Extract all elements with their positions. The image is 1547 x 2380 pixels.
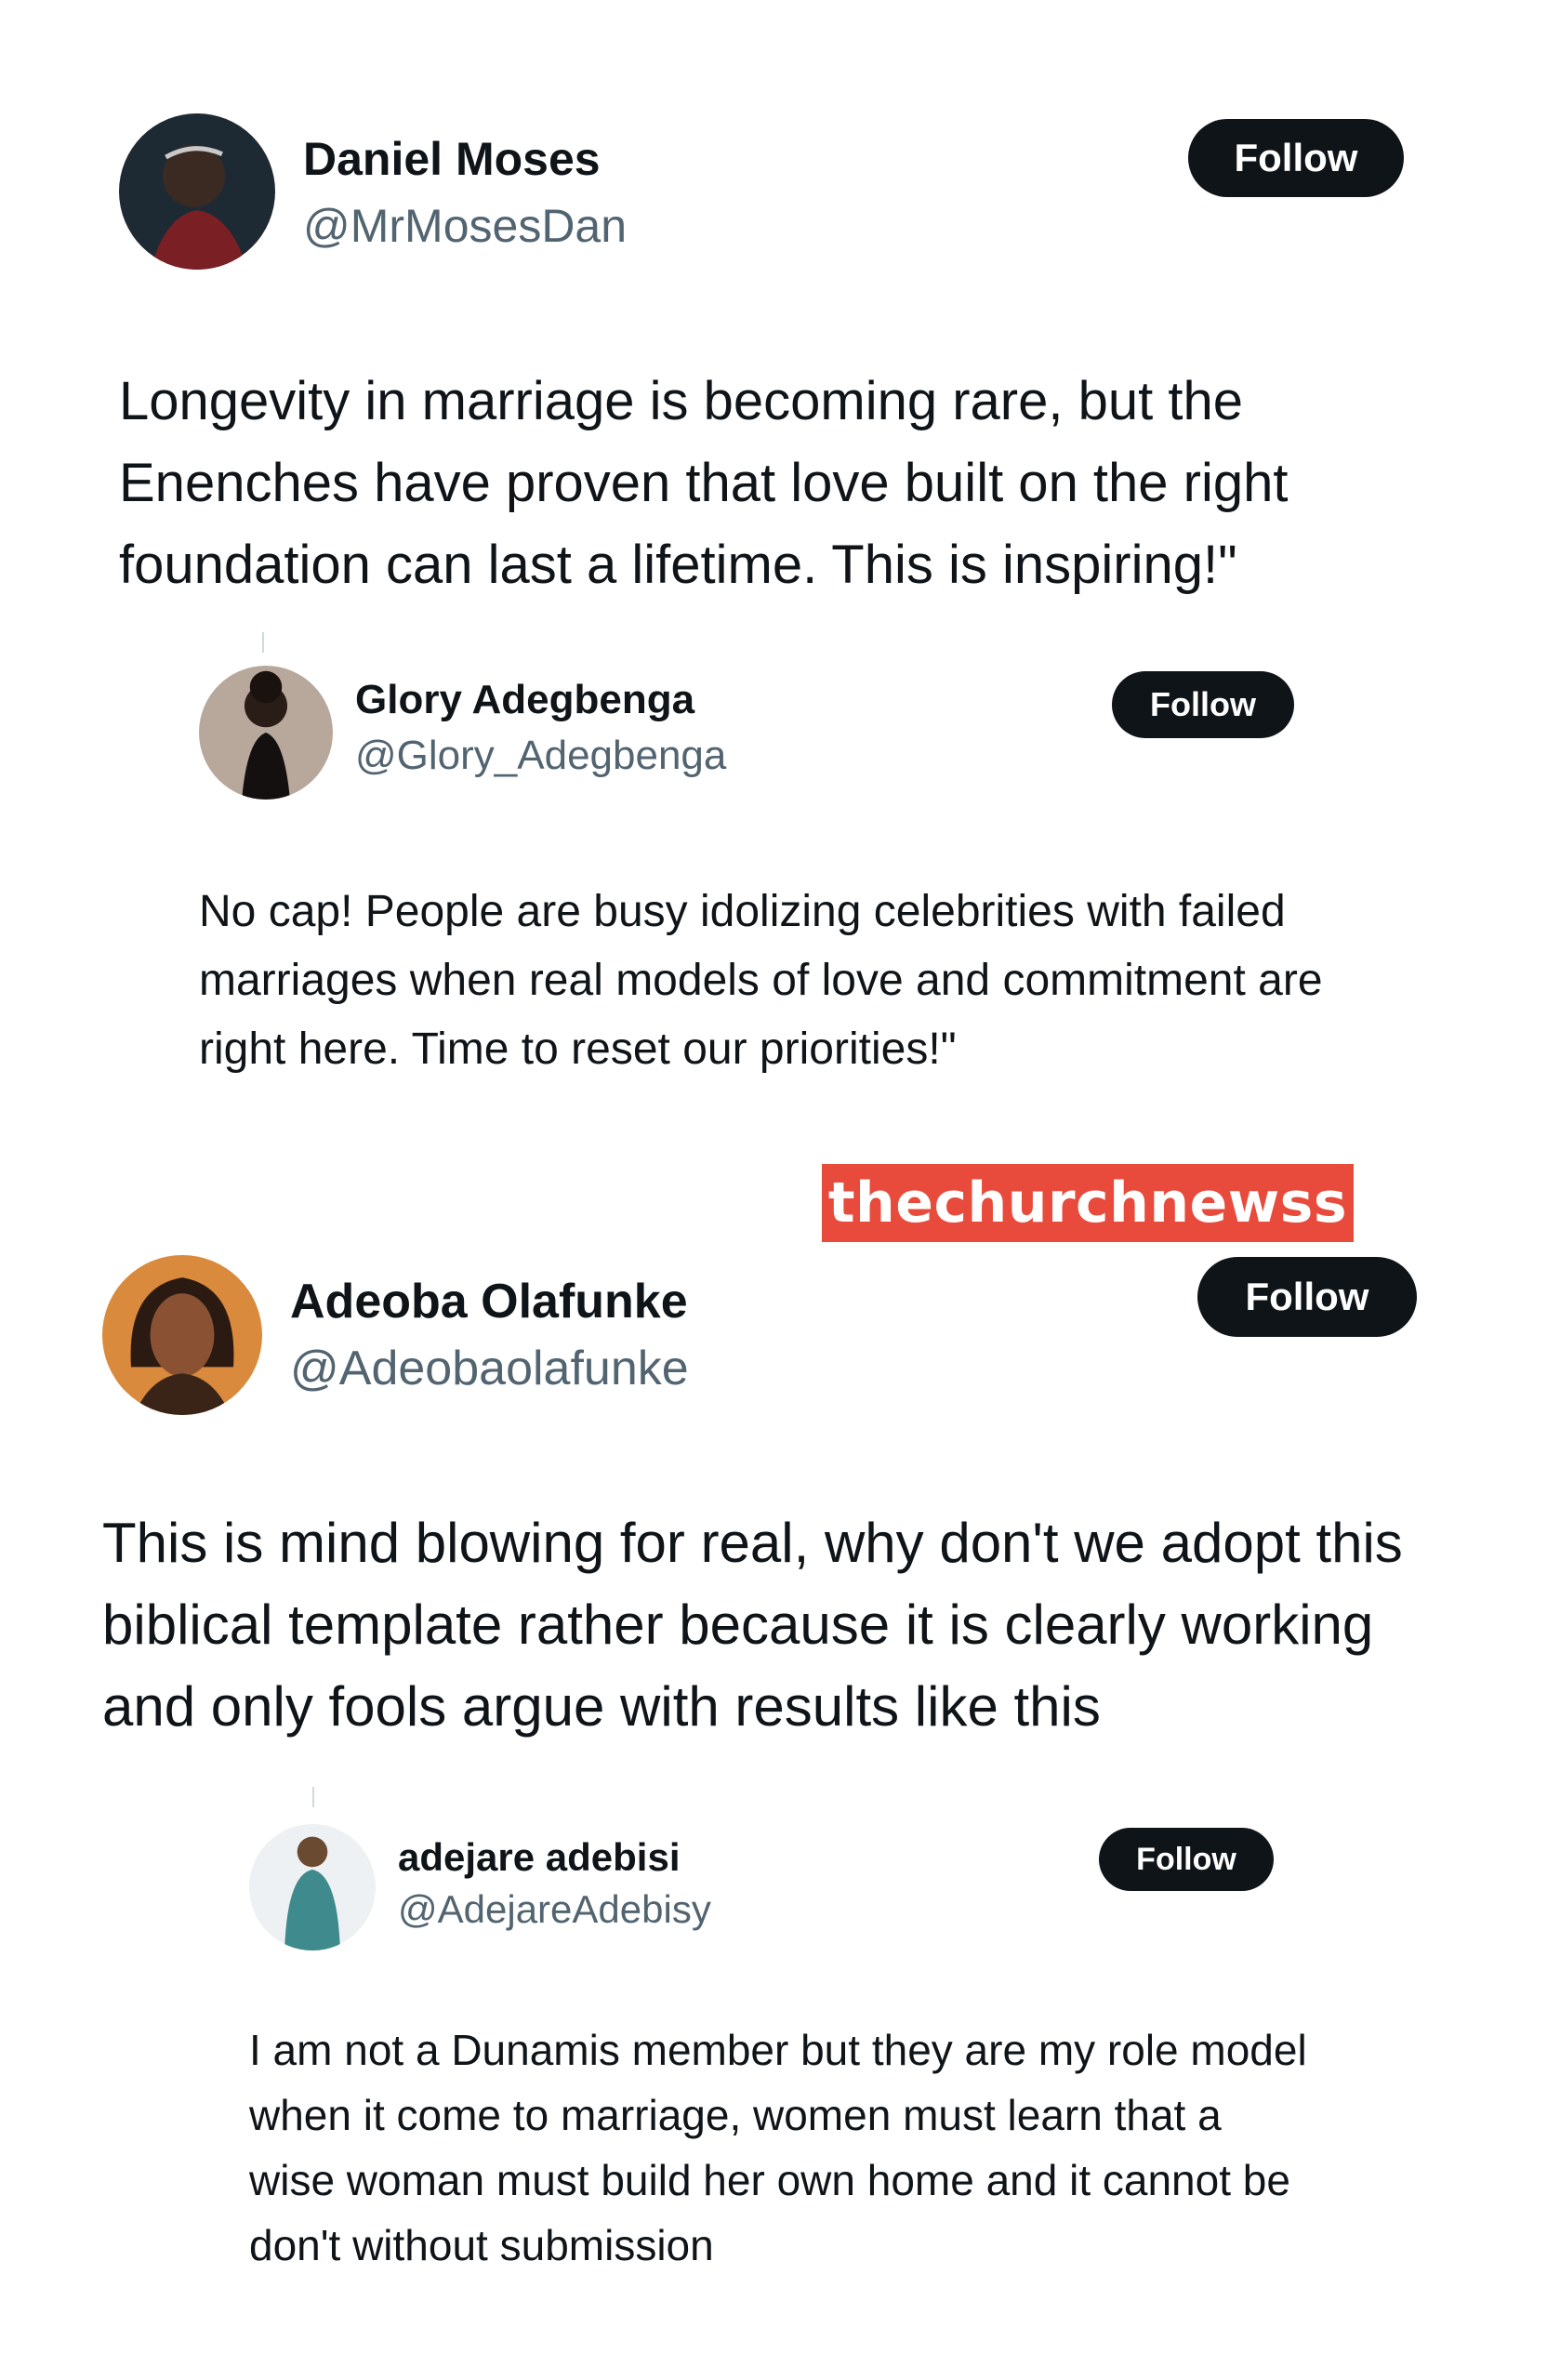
user-handle[interactable]: @Glory_Adegbenga (355, 733, 726, 779)
thread-connector (312, 1787, 314, 1807)
follow-button[interactable]: Follow (1099, 1828, 1274, 1891)
user-handle[interactable]: @AdejareAdebisy (398, 1887, 711, 1932)
avatar-image (102, 1255, 262, 1415)
thread-connector (262, 632, 264, 653)
watermark-badge: thechurchnewss (822, 1164, 1354, 1242)
post-adejare-adebisi: adejare adebisi @AdejareAdebisy Follow I… (0, 1813, 1547, 2296)
avatar-image (249, 1824, 376, 1950)
display-name[interactable]: Daniel Moses (303, 132, 601, 186)
avatar-image (119, 113, 275, 270)
display-name[interactable]: adejare adebisi (398, 1835, 681, 1880)
avatar-image (199, 666, 333, 800)
display-name[interactable]: Adeoba Olafunke (290, 1274, 688, 1329)
follow-button[interactable]: Follow (1197, 1257, 1417, 1337)
post-glory-adegbenga: Glory Adegbenga @Glory_Adegbenga Follow … (0, 651, 1547, 1171)
post-text: No cap! People are busy idolizing celebr… (199, 887, 1323, 1074)
avatar[interactable] (102, 1255, 262, 1415)
follow-button[interactable]: Follow (1188, 119, 1404, 197)
user-handle[interactable]: @MrMosesDan (303, 199, 627, 253)
post-adeoba-olafunke: Adeoba Olafunke @Adeobaolafunke Follow T… (0, 1246, 1547, 1776)
follow-button[interactable]: Follow (1112, 671, 1294, 738)
avatar[interactable] (249, 1824, 376, 1950)
display-name[interactable]: Glory Adegbenga (355, 677, 694, 723)
post-daniel-moses: Daniel Moses @MrMosesDan Follow Longevit… (0, 0, 1547, 614)
avatar[interactable] (119, 113, 275, 270)
post-text: I am not a Dunamis member but they are m… (249, 2026, 1307, 2269)
user-handle[interactable]: @Adeobaolafunke (290, 1341, 689, 1396)
post-text: Longevity in marriage is becoming rare, … (119, 371, 1289, 595)
post-text: This is mind blowing for real, why don't… (102, 1512, 1403, 1738)
avatar[interactable] (199, 666, 333, 800)
